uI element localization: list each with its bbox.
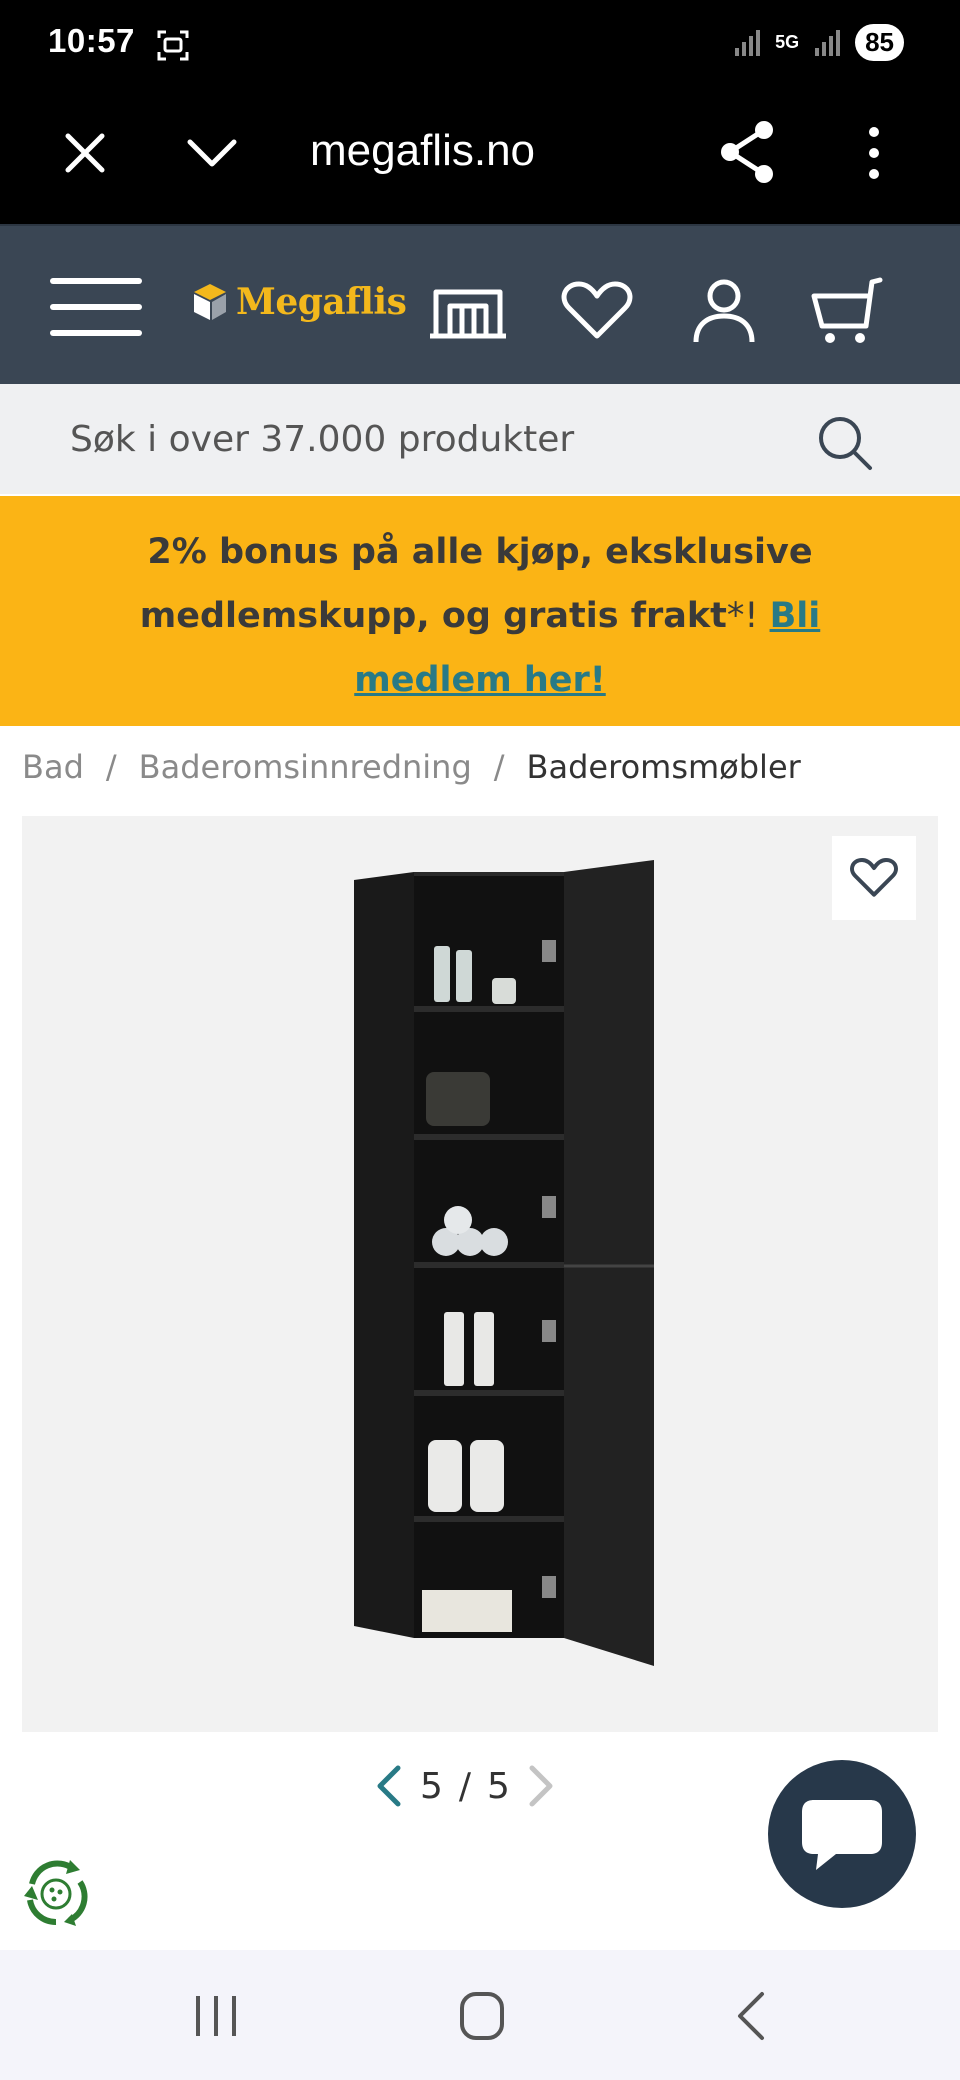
more-options-icon[interactable]: [860, 122, 888, 184]
share-icon[interactable]: [718, 118, 778, 186]
pager-separator: /: [458, 1765, 472, 1807]
network-type: 5G: [775, 32, 800, 52]
logo-text: Megaflis: [236, 281, 407, 323]
recycling-badge-icon[interactable]: [18, 1856, 94, 1932]
pager-total: 5: [487, 1765, 510, 1807]
close-icon[interactable]: [60, 128, 110, 178]
signal-icon-2: [815, 29, 841, 56]
pager-current: 5: [420, 1765, 443, 1807]
breadcrumb-item-current: Baderomsmøbler: [526, 748, 801, 786]
browser-toolbar: megaflis.no: [0, 92, 960, 224]
back-icon[interactable]: [722, 1988, 782, 2044]
account-icon[interactable]: [682, 276, 766, 346]
cabinet-illustration: [354, 860, 654, 1666]
chevron-down-icon[interactable]: [184, 128, 240, 178]
heart-icon: [850, 858, 898, 897]
site-logo[interactable]: Megaflis: [190, 280, 407, 324]
site-header: Megaflis: [0, 224, 960, 384]
signal-icon: [735, 29, 761, 56]
chat-button[interactable]: [768, 1760, 916, 1908]
add-to-wishlist-button[interactable]: [832, 836, 916, 920]
menu-icon[interactable]: [50, 274, 142, 340]
promo-text: 2% bonus på alle kjøp, eksklusive medlem…: [139, 532, 813, 636]
status-bar: 10:57 5G 85: [0, 0, 960, 92]
screenshot-icon: [157, 30, 189, 61]
status-time: 10:57: [48, 22, 135, 59]
url-bar[interactable]: megaflis.no: [310, 126, 535, 176]
cart-icon[interactable]: [810, 276, 894, 346]
product-image[interactable]: [22, 816, 938, 1732]
search-bar: [0, 384, 960, 494]
chevron-right-icon[interactable]: [526, 1764, 556, 1808]
home-icon[interactable]: [452, 1988, 512, 2044]
breadcrumb-separator: /: [493, 748, 505, 786]
battery-level: 85: [855, 24, 904, 61]
breadcrumb-item-baderomsinnredning[interactable]: Baderomsinnredning: [139, 748, 472, 786]
chevron-left-icon[interactable]: [374, 1764, 404, 1808]
showroom-icon[interactable]: [426, 276, 510, 346]
system-nav-bar: [0, 1950, 960, 2080]
chat-bubble-icon: [802, 1800, 882, 1870]
breadcrumb-separator: /: [105, 748, 117, 786]
promo-text-block: 2% bonus på alle kjøp, eksklusive medlem…: [60, 520, 900, 712]
promo-asterisk: *!: [726, 596, 770, 636]
logo-mark-icon: [194, 284, 226, 320]
search-icon[interactable]: [816, 414, 874, 472]
search-input[interactable]: [70, 414, 770, 464]
heart-icon[interactable]: [555, 276, 639, 346]
recent-apps-icon[interactable]: [186, 1988, 246, 2044]
image-pager: 5 / 5: [374, 1764, 556, 1808]
promo-banner: 2% bonus på alle kjøp, eksklusive medlem…: [0, 496, 960, 726]
breadcrumb: Bad / Baderomsinnredning / Baderomsmøble…: [22, 748, 801, 786]
breadcrumb-item-bad[interactable]: Bad: [22, 748, 84, 786]
